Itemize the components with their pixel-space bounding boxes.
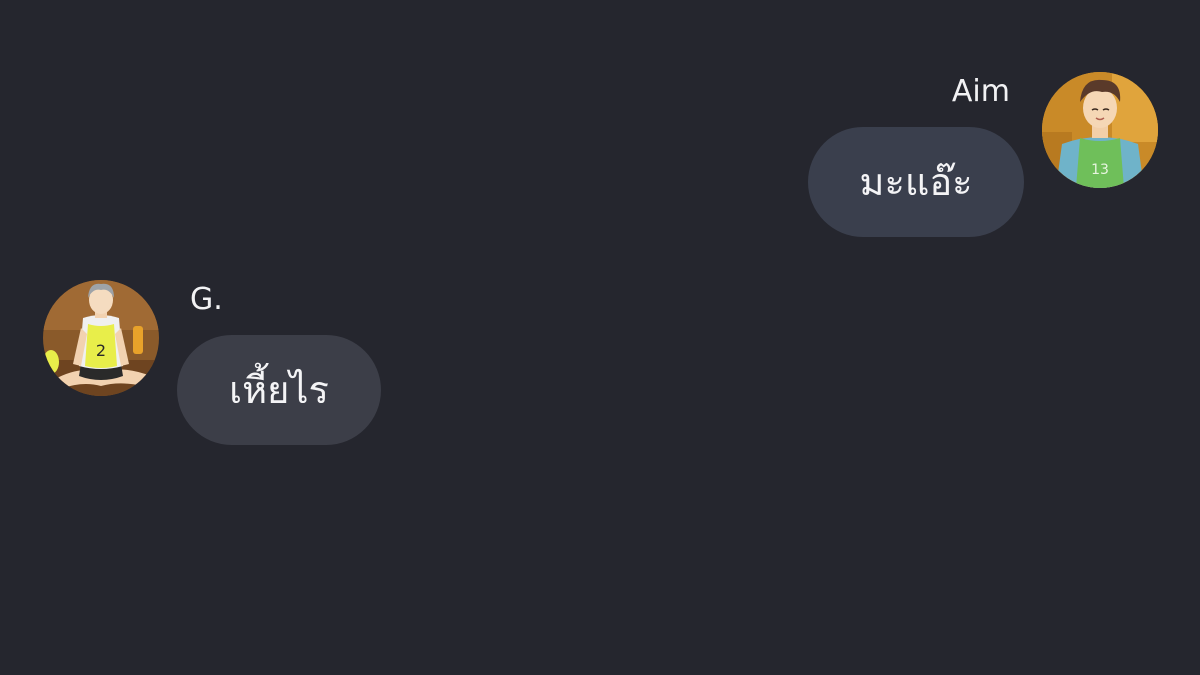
sender-name: Aim [951,74,1010,109]
jersey-number: 13 [1091,162,1109,178]
sender-name: G. [190,282,223,317]
avatar-aim-icon[interactable]: 13 [1042,72,1158,188]
jersey-number: 2 [96,341,106,360]
message-bubble[interactable]: มะแอ๊ะ [808,127,1024,237]
message-bubble[interactable]: เหี้ยไร [177,335,381,445]
avatar-g-icon[interactable]: 2 [43,280,159,396]
chat-view: 13 Aim มะแอ๊ะ 2 G. เหี้ยไร [0,0,1200,675]
